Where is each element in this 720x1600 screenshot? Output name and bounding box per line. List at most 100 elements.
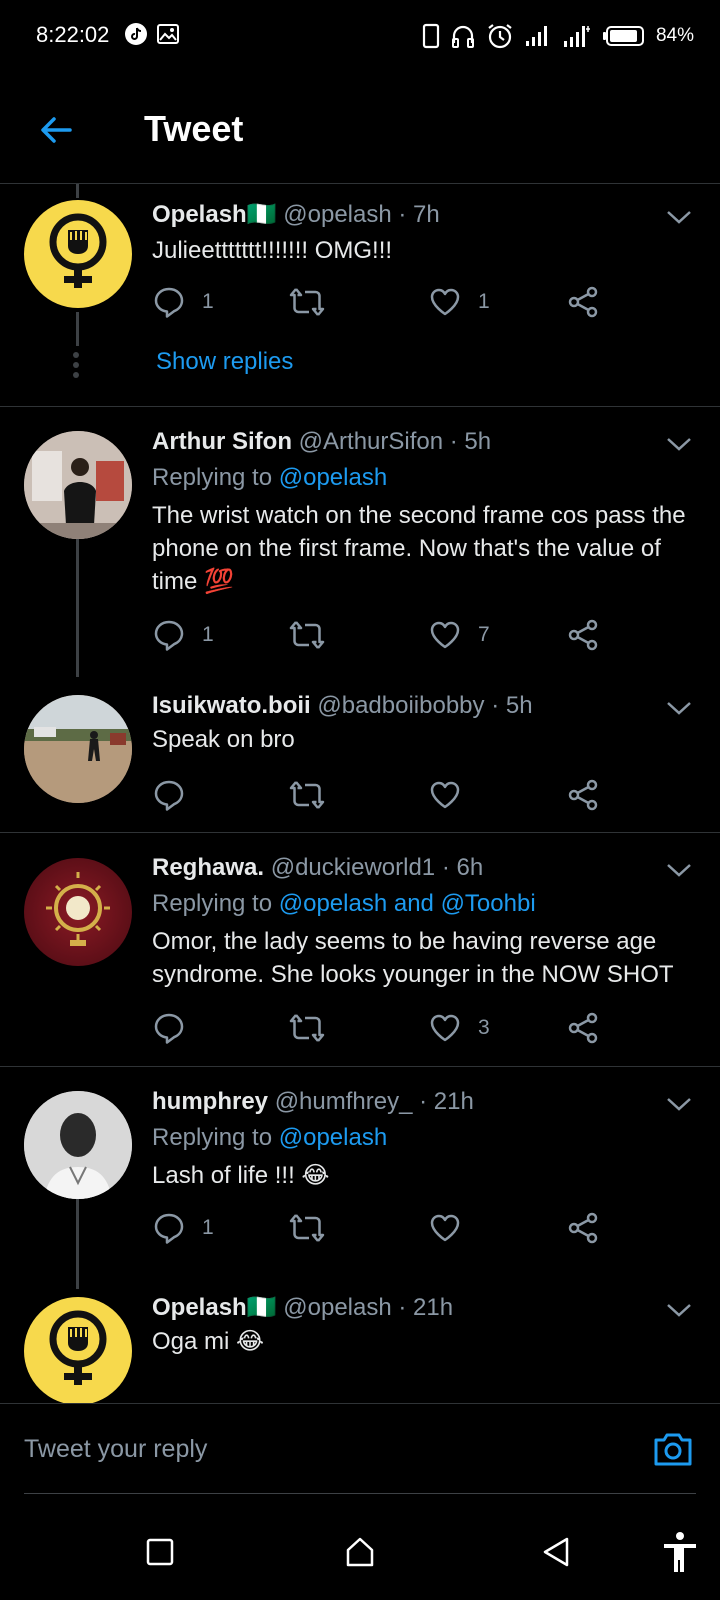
person-photo-icon	[24, 431, 132, 539]
retweet-icon	[289, 1214, 325, 1242]
chevron-down-icon[interactable]	[664, 1089, 694, 1119]
tweet-actions: 3	[152, 1008, 612, 1048]
thread-connector	[76, 1199, 79, 1289]
thread-connector	[76, 539, 79, 677]
author-name[interactable]: Opelash🇳🇬	[152, 1294, 277, 1321]
separator: ·	[441, 854, 450, 881]
reply-count: 1	[202, 623, 214, 646]
mention-link[interactable]: @opelash and @Toohbi	[279, 890, 536, 917]
reply-icon	[154, 1013, 184, 1044]
tweet-actions	[152, 775, 612, 815]
author-handle[interactable]: @badboiibobby	[317, 692, 484, 719]
accessibility-button[interactable]	[660, 1532, 700, 1572]
replying-to: Replying to @opelash	[152, 1123, 696, 1153]
share-button[interactable]	[566, 282, 600, 322]
person-photo-icon	[24, 695, 132, 803]
avatar[interactable]	[24, 1297, 132, 1403]
retweet-icon	[289, 621, 325, 649]
home-icon	[346, 1537, 374, 1567]
reply-button[interactable]: 1	[152, 1208, 214, 1248]
divider	[24, 1493, 696, 1494]
author-name[interactable]: Opelash🇳🇬	[152, 201, 277, 228]
like-button[interactable]	[428, 1208, 478, 1248]
phone-icon	[422, 23, 440, 49]
reply-thread-feed[interactable]: Opelash🇳🇬 @opelash · 7h Julieettttttt!!!…	[0, 184, 720, 1403]
author-handle[interactable]: @duckieworld1	[271, 854, 435, 881]
arrow-left-icon	[41, 117, 72, 143]
tweet[interactable]: Opelash🇳🇬 @opelash · 7h Julieettttttt!!!…	[0, 184, 720, 406]
reply-button[interactable]	[152, 1008, 202, 1048]
chevron-down-icon[interactable]	[664, 1295, 694, 1325]
share-button[interactable]	[566, 615, 600, 655]
tweet-text: Omor, the lady seems to be having revers…	[152, 928, 674, 988]
home-button[interactable]	[340, 1532, 380, 1572]
status-right-icons: 84%	[422, 22, 694, 50]
chevron-down-icon[interactable]	[664, 429, 694, 459]
triangle-back-icon	[543, 1537, 569, 1567]
like-button[interactable]	[428, 775, 478, 815]
show-replies-link[interactable]: Show replies	[156, 348, 293, 376]
tweet-content: Arthur Sifon @ArthurSifon · 5h Replying …	[152, 427, 696, 598]
like-button[interactable]: 3	[428, 1008, 490, 1048]
reply-icon	[154, 1213, 184, 1244]
thread-dots	[73, 352, 81, 382]
chevron-down-icon[interactable]	[664, 855, 694, 885]
separator: ·	[398, 201, 407, 228]
top-app-bar: Tweet	[0, 72, 720, 184]
retweet-button[interactable]	[288, 282, 342, 322]
recents-button[interactable]	[140, 1532, 180, 1572]
tweet-meta: Arthur Sifon @ArthurSifon · 5h	[152, 427, 696, 457]
tweet[interactable]: Isuikwato.boii @badboiibobby · 5h Speak …	[0, 677, 720, 832]
replying-to-label: Replying to	[152, 890, 273, 917]
avatar[interactable]	[24, 200, 132, 308]
reply-button[interactable]: 1	[152, 282, 214, 322]
reply-input[interactable]	[24, 1404, 624, 1494]
share-button[interactable]	[566, 1008, 600, 1048]
avatar[interactable]	[24, 1091, 132, 1199]
monstrance-icon	[46, 872, 110, 946]
mention-link[interactable]: @opelash	[279, 1124, 387, 1151]
chevron-down-icon[interactable]	[664, 202, 694, 232]
author-handle[interactable]: @opelash	[283, 201, 391, 228]
like-count: 1	[478, 290, 490, 313]
retweet-button[interactable]	[288, 1008, 342, 1048]
author-name[interactable]: humphrey	[152, 1088, 268, 1115]
share-button[interactable]	[566, 775, 600, 815]
like-button[interactable]: 1	[428, 282, 490, 322]
reply-button[interactable]: 1	[152, 615, 214, 655]
tweet-text: Oga mi 😂	[152, 1328, 265, 1355]
tweet-time: 5h	[464, 428, 492, 455]
camera-button[interactable]	[650, 1426, 696, 1472]
author-handle[interactable]: @ArthurSifon	[299, 428, 443, 455]
author-handle[interactable]: @opelash	[283, 1294, 391, 1321]
author-handle[interactable]: @humfhrey_	[275, 1088, 413, 1115]
tweet[interactable]: Opelash🇳🇬 @opelash · 21h Oga mi 😂	[0, 1289, 720, 1403]
author-name[interactable]: Arthur Sifon	[152, 428, 292, 455]
tweet-time: 6h	[456, 854, 484, 881]
separator: ·	[419, 1088, 428, 1115]
tweet[interactable]: humphrey @humfhrey_ · 21h Replying to @o…	[0, 1067, 720, 1289]
tweet[interactable]: Arthur Sifon @ArthurSifon · 5h Replying …	[0, 407, 720, 677]
avatar[interactable]	[24, 695, 132, 803]
author-name[interactable]: Isuikwato.boii	[152, 692, 311, 719]
avatar[interactable]	[24, 858, 132, 966]
retweet-button[interactable]	[288, 775, 342, 815]
reply-icon	[154, 780, 184, 811]
retweet-button[interactable]	[288, 615, 342, 655]
share-icon	[568, 286, 598, 318]
share-button[interactable]	[566, 1208, 600, 1248]
chevron-down-icon[interactable]	[664, 693, 694, 723]
signal-icon	[563, 26, 590, 47]
share-icon	[568, 779, 598, 811]
back-nav-button[interactable]	[536, 1532, 576, 1572]
author-name[interactable]: Reghawa.	[152, 854, 264, 881]
camera-icon	[654, 1433, 692, 1466]
back-button[interactable]	[32, 106, 80, 154]
retweet-button[interactable]	[288, 1208, 342, 1248]
reply-button[interactable]	[152, 775, 202, 815]
separator: ·	[491, 692, 500, 719]
avatar[interactable]	[24, 431, 132, 539]
mention-link[interactable]: @opelash	[279, 464, 387, 491]
tweet[interactable]: Reghawa. @duckieworld1 · 6h Replying to …	[0, 833, 720, 1066]
like-button[interactable]: 7	[428, 615, 490, 655]
